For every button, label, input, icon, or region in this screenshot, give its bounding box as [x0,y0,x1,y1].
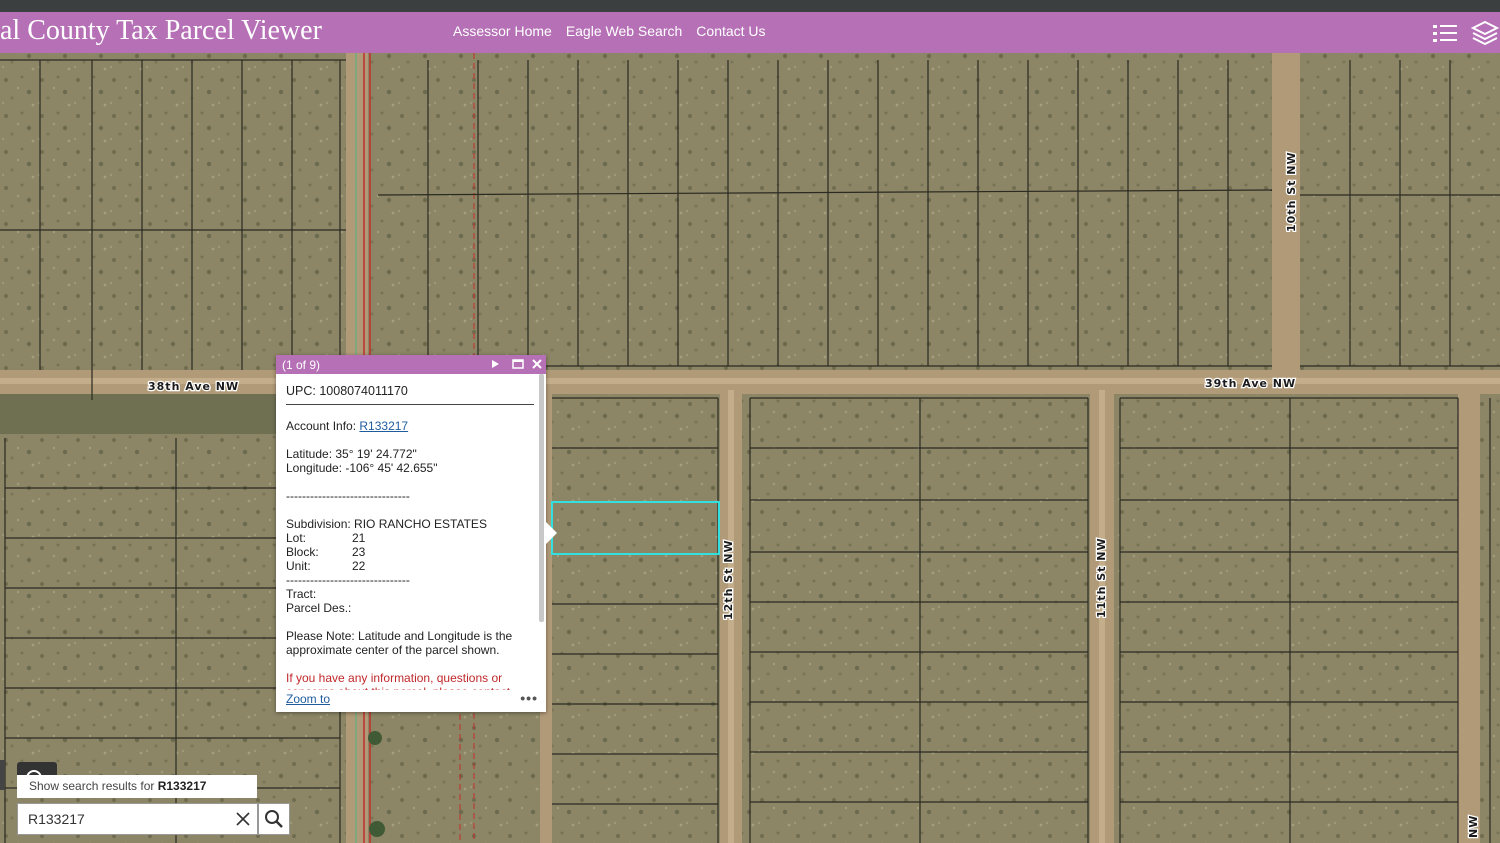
more-actions-icon[interactable]: ••• [520,690,538,706]
search-box [17,803,258,835]
suggestion-prefix: Show search results for [29,779,158,793]
nav-contact-us[interactable]: Contact Us [696,23,765,39]
parcel-popup: (1 of 9) UPC: 1008074011170 Account Info… [276,355,546,712]
clear-search-icon[interactable] [235,811,251,827]
lot-label: Lot: [286,531,307,545]
popup-feature-count: (1 of 9) [282,358,321,372]
subdivision-text: Subdivision: RIO RANCHO ESTATES [286,517,487,531]
map-edge-control [0,760,5,790]
contact-note-text: If you have any information, questions o… [286,671,510,690]
street-label-39th-ave: 39th Ave NW [1205,377,1296,390]
note-text: Please Note: Latitude and Longitude is t… [286,629,513,657]
block-row: Block: 23 [286,545,540,559]
divider-text-2: ------------------------------- [286,573,410,587]
lot-row: Lot: 21 [286,531,540,545]
locate-button[interactable] [17,762,57,776]
street-label-11th-st: 11th St NW [1095,537,1108,618]
unit-row: Unit: 22 [286,559,540,573]
street-label-nw: NW [1467,815,1480,838]
longitude-text: Longitude: -106° 45' 42.655" [286,461,438,475]
nav-eagle-web-search[interactable]: Eagle Web Search [566,23,682,39]
layers-icon[interactable] [1470,18,1500,48]
popup-content: UPC: 1008074011170 Account Info: R133217… [286,374,540,690]
app-title: val County Tax Parcel Viewer [0,15,322,46]
header-nav: Assessor Home Eagle Web Search Contact U… [453,23,766,39]
search-input[interactable] [28,810,224,828]
maximize-icon[interactable] [511,357,525,371]
block-label: Block: [286,545,319,559]
block-value: 23 [352,545,366,559]
browser-top-strip [0,0,1500,12]
upc-text: UPC: 1008074011170 [286,384,534,405]
nav-assessor-home[interactable]: Assessor Home [453,23,552,39]
tract-text: Tract: [286,587,317,601]
search-suggestion[interactable]: Show search results for R133217 [17,775,257,798]
street-label-38th-ave: 38th Ave NW [148,380,239,393]
next-feature-icon[interactable] [488,357,502,371]
list-icon[interactable] [1430,18,1460,48]
popup-footer: Zoom to ••• [286,690,538,708]
unit-value: 22 [352,559,366,573]
account-info: Account Info: R133217 [286,419,540,433]
search-icon [265,810,283,828]
account-link[interactable]: R133217 [359,419,408,433]
latitude-text: Latitude: 35° 19' 24.772" [286,447,417,461]
suggestion-term: R133217 [157,779,207,793]
unit-label: Unit: [286,559,311,573]
street-label-10th-st: 10th St NW [1285,151,1298,232]
search-button[interactable] [258,803,290,835]
street-label-12th-st: 12th St NW [722,539,735,620]
parcel-des-text: Parcel Des.: [286,601,352,615]
popup-scrollbar[interactable] [539,374,544,622]
map-view[interactable]: 38th Ave NW 39th Ave NW 10th St NW 12th … [0,53,1500,843]
divider-text: ------------------------------- [286,489,410,503]
close-icon[interactable] [530,357,544,371]
app-header: val County Tax Parcel Viewer Assessor Ho… [0,12,1500,53]
zoom-to-link[interactable]: Zoom to [286,692,330,706]
account-info-label: Account Info: [286,419,360,433]
lot-value: 21 [352,531,366,545]
popup-header: (1 of 9) [276,355,546,374]
popup-pointer [546,522,557,544]
